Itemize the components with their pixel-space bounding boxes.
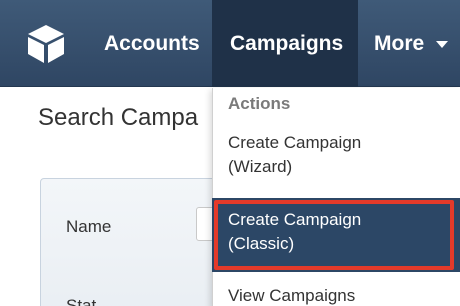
menu-section-header: Actions	[228, 94, 291, 113]
nav-tab-accounts[interactable]: Accounts	[104, 0, 200, 87]
nav-tab-more[interactable]: More	[374, 0, 449, 87]
page-title: Search Campa	[38, 104, 199, 131]
cube-icon[interactable]	[24, 22, 68, 66]
menu-item-create-campaign-wizard[interactable]: Create Campaign (Wizard)	[228, 131, 428, 179]
menu-item-view-campaigns[interactable]: View Campaigns	[228, 284, 355, 306]
campaigns-dropdown-menu	[212, 88, 460, 306]
name-label: Name	[66, 217, 112, 236]
menu-item-create-campaign-classic[interactable]: Create Campaign (Classic)	[228, 208, 428, 256]
status-label: Stat	[66, 296, 97, 306]
nav-more-label: More	[374, 32, 425, 55]
caret-down-icon	[436, 40, 449, 48]
nav-tab-campaigns[interactable]: Campaigns	[212, 0, 358, 87]
